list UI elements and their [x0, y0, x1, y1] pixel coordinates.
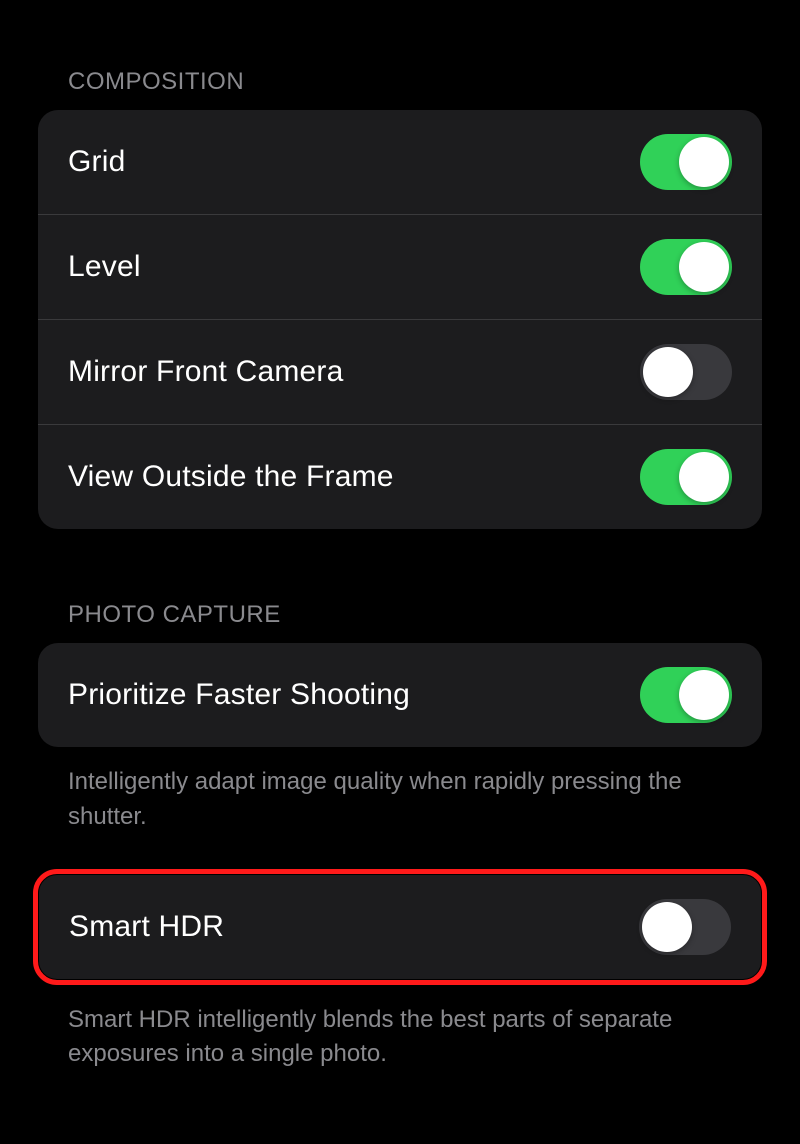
row-label-level: Level	[68, 250, 141, 284]
settings-group-composition: Grid Level Mirror Front Camera View Outs…	[38, 110, 762, 529]
toggle-view-outside-frame[interactable]	[640, 449, 732, 505]
toggle-mirror-front-camera[interactable]	[640, 344, 732, 400]
toggle-knob	[679, 670, 729, 720]
section-footer-faster-shooting: Intelligently adapt image quality when r…	[38, 747, 762, 835]
toggle-knob	[679, 137, 729, 187]
row-label-mirror-front-camera: Mirror Front Camera	[68, 355, 344, 389]
settings-row-mirror-front-camera: Mirror Front Camera	[38, 319, 762, 424]
settings-container: COMPOSITION Grid Level Mirror Front Came…	[0, 0, 800, 1072]
row-label-prioritize-faster-shooting: Prioritize Faster Shooting	[68, 678, 410, 712]
section-header-photo-capture: PHOTO CAPTURE	[38, 601, 762, 629]
section-header-composition: COMPOSITION	[38, 68, 762, 96]
toggle-grid[interactable]	[640, 134, 732, 190]
toggle-prioritize-faster-shooting[interactable]	[640, 667, 732, 723]
row-label-grid: Grid	[68, 145, 125, 179]
toggle-knob	[642, 902, 692, 952]
highlighted-group-smart-hdr: Smart HDR	[33, 869, 767, 985]
toggle-knob	[679, 242, 729, 292]
row-label-view-outside-frame: View Outside the Frame	[68, 460, 394, 494]
settings-row-level: Level	[38, 214, 762, 319]
settings-row-smart-hdr: Smart HDR	[39, 875, 761, 979]
settings-row-grid: Grid	[38, 110, 762, 214]
row-label-smart-hdr: Smart HDR	[69, 910, 224, 944]
toggle-smart-hdr[interactable]	[639, 899, 731, 955]
toggle-knob	[643, 347, 693, 397]
section-footer-smart-hdr: Smart HDR intelligently blends the best …	[38, 985, 762, 1073]
settings-row-prioritize-faster-shooting: Prioritize Faster Shooting	[38, 643, 762, 747]
settings-group-faster-shooting: Prioritize Faster Shooting	[38, 643, 762, 747]
settings-row-view-outside-frame: View Outside the Frame	[38, 424, 762, 529]
settings-group-smart-hdr: Smart HDR	[39, 875, 761, 979]
toggle-level[interactable]	[640, 239, 732, 295]
toggle-knob	[679, 452, 729, 502]
